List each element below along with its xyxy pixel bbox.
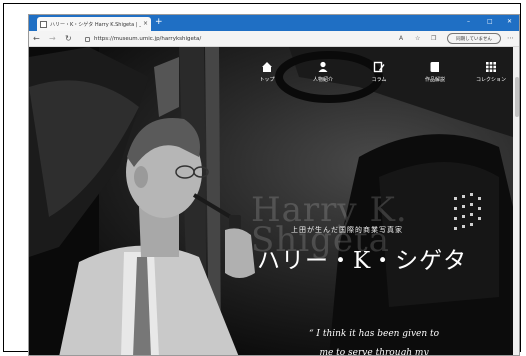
window-close-button[interactable]: ✕ xyxy=(507,17,512,27)
sync-button[interactable]: 同期していません xyxy=(447,33,501,44)
nav-item-label: 作品解説 xyxy=(424,77,445,83)
read-aloud-icon[interactable]: A xyxy=(399,34,403,44)
page-content: トップ 人物紹介 コラム 作品解説 コレクション Harry K. Shiget… xyxy=(29,47,513,356)
tab-bar: ハリー・K・シゲタ Harry K.Shigeta | 上 × + – □ ✕ xyxy=(29,15,519,31)
url-field[interactable]: https://museum.umic.jp/harrykshigeta/ xyxy=(85,34,385,44)
new-tab-button[interactable]: + xyxy=(155,17,163,28)
nav-item-top[interactable]: トップ xyxy=(239,61,295,83)
hero-title: ハリー・K・シゲタ xyxy=(257,248,468,274)
nav-item-collection[interactable]: コレクション xyxy=(463,61,513,83)
site-nav-menu: トップ 人物紹介 コラム 作品解説 コレクション xyxy=(239,61,513,83)
nav-item-label: トップ xyxy=(259,77,275,83)
browser-tab-active[interactable]: ハリー・K・シゲタ Harry K.Shigeta | 上 × xyxy=(37,17,151,31)
nav-item-column[interactable]: コラム xyxy=(351,61,407,83)
book-icon xyxy=(430,62,439,72)
grid-icon xyxy=(486,62,496,72)
back-arrow-icon[interactable]: ← xyxy=(33,33,40,44)
more-menu-icon[interactable]: ⋯ xyxy=(507,33,514,43)
quote-line-2: me to serve through my xyxy=(319,348,429,356)
scrollbar-thumb[interactable] xyxy=(515,77,519,117)
forward-arrow-icon[interactable]: → xyxy=(49,33,56,44)
browser-window: ハリー・K・シゲタ Harry K.Shigeta | 上 × + – □ ✕ … xyxy=(28,14,520,356)
sync-button-label: 同期していません xyxy=(456,36,492,42)
nav-item-works[interactable]: 作品解説 xyxy=(407,61,463,83)
reload-icon[interactable]: ↻ xyxy=(65,33,72,44)
nav-item-label: コラム xyxy=(371,77,387,83)
tab-close-button[interactable]: × xyxy=(143,21,148,27)
hero-subtitle: 上田が生んだ国際的商業写真家 xyxy=(291,226,403,234)
page-favicon-icon xyxy=(40,20,47,28)
url-text: https://museum.umic.jp/harrykshigeta/ xyxy=(94,36,202,42)
nav-item-label: コレクション xyxy=(475,77,506,83)
lock-icon xyxy=(85,36,90,42)
window-maximize-button[interactable]: □ xyxy=(487,17,493,27)
address-bar: ← → ↻ https://museum.umic.jp/harrykshige… xyxy=(29,31,519,47)
favorite-star-icon[interactable]: ☆ xyxy=(415,34,420,44)
edit-icon xyxy=(373,61,385,73)
person-icon xyxy=(318,61,328,72)
tab-title: ハリー・K・シゲタ Harry K.Shigeta | 上 xyxy=(50,21,141,28)
quote-line-1: “ I think it has been given to xyxy=(308,329,440,339)
collections-icon[interactable]: ❐ xyxy=(431,34,436,44)
nav-item-profile[interactable]: 人物紹介 xyxy=(295,61,351,83)
home-icon xyxy=(262,62,272,72)
hero-quote: “ I think it has been given to me to ser… xyxy=(269,325,479,356)
window-minimize-button[interactable]: – xyxy=(467,17,470,27)
nav-item-label: 人物紹介 xyxy=(312,77,333,83)
